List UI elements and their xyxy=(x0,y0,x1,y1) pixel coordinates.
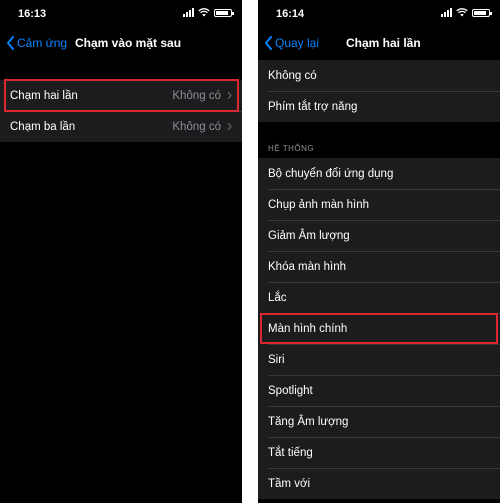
status-icons xyxy=(441,8,492,17)
row-label: Khóa màn hình xyxy=(268,260,347,273)
list-item[interactable]: Lắc xyxy=(258,282,500,313)
cellular-signal-icon xyxy=(183,8,194,17)
left-screen: 16:13 Cảm ứng Chạm vào mặt sau Chạm hai … xyxy=(0,0,242,503)
row-label: Siri xyxy=(268,353,285,366)
status-bar: 16:13 xyxy=(0,0,242,22)
list-item-home-screen[interactable]: Màn hình chính xyxy=(258,313,500,344)
list-item[interactable]: Siri xyxy=(258,344,500,375)
row-label: Tăng Âm lượng xyxy=(268,415,349,428)
page-title: Chạm vào mặt sau xyxy=(75,36,182,50)
row-label: Phím tắt trợ năng xyxy=(268,100,358,113)
chevron-right-icon xyxy=(227,122,232,131)
cellular-signal-icon xyxy=(441,8,452,17)
row-label: Spotlight xyxy=(268,384,313,397)
row-label: Màn hình chính xyxy=(268,322,348,335)
row-label: Giảm Âm lượng xyxy=(268,229,350,242)
tap-options-group: Chạm hai lần Không có Chạm ba lần Không … xyxy=(0,80,242,142)
list-item[interactable]: Spotlight xyxy=(258,375,500,406)
chevron-left-icon xyxy=(7,36,14,50)
status-icons xyxy=(183,8,234,17)
chevron-right-icon xyxy=(227,91,232,100)
status-bar: 16:14 xyxy=(258,0,500,22)
status-time: 16:13 xyxy=(18,8,47,20)
row-label: Chạm hai lần xyxy=(10,89,78,102)
list-item[interactable]: Phím tắt trợ năng xyxy=(258,91,500,122)
section-header: HỆ THỐNG xyxy=(268,144,315,153)
list-item-triple-tap[interactable]: Chạm ba lần Không có xyxy=(0,111,242,142)
wifi-icon xyxy=(456,8,468,17)
list-item[interactable]: Tầm với xyxy=(258,468,500,499)
system-options-group: Bộ chuyển đổi ứng dụng Chụp ảnh màn hình… xyxy=(258,158,500,499)
row-label: Chụp ảnh màn hình xyxy=(268,198,370,211)
list-item[interactable]: Chụp ảnh màn hình xyxy=(258,189,500,220)
navigation-bar: Cảm ứng Chạm vào mặt sau xyxy=(0,28,242,60)
wifi-icon xyxy=(198,8,210,17)
row-value: Không có xyxy=(172,120,221,133)
back-button[interactable]: Quay lại xyxy=(264,36,319,50)
row-value: Không có xyxy=(172,89,221,102)
right-screen: 16:14 Quay lại Chạm hai lần Không có Phí… xyxy=(258,0,500,503)
list-item-double-tap[interactable]: Chạm hai lần Không có xyxy=(0,80,242,111)
chevron-left-icon xyxy=(265,36,272,50)
basic-options-group: Không có Phím tắt trợ năng xyxy=(258,60,500,122)
row-label: Chạm ba lần xyxy=(10,120,76,133)
row-label: Lắc xyxy=(268,291,287,304)
row-label: Tắt tiếng xyxy=(268,446,313,459)
back-label: Quay lại xyxy=(275,36,320,50)
list-item[interactable]: Khóa màn hình xyxy=(258,251,500,282)
list-item[interactable]: Không có xyxy=(258,60,500,91)
navigation-bar: Quay lại Chạm hai lần xyxy=(258,28,500,60)
list-item[interactable]: Giảm Âm lượng xyxy=(258,220,500,251)
list-item[interactable]: Tắt tiếng xyxy=(258,437,500,468)
list-item[interactable]: Bộ chuyển đổi ứng dụng xyxy=(258,158,500,189)
row-label: Tầm với xyxy=(268,477,311,490)
status-time: 16:14 xyxy=(276,8,305,20)
list-item[interactable]: Tăng Âm lượng xyxy=(258,406,500,437)
row-label: Không có xyxy=(268,69,317,82)
battery-icon xyxy=(214,9,234,17)
back-button[interactable]: Cảm ứng xyxy=(6,36,67,50)
page-title: Chạm hai lần xyxy=(346,36,421,50)
battery-icon xyxy=(472,9,492,17)
back-label: Cảm ứng xyxy=(17,36,68,50)
row-label: Bộ chuyển đổi ứng dụng xyxy=(268,167,394,180)
